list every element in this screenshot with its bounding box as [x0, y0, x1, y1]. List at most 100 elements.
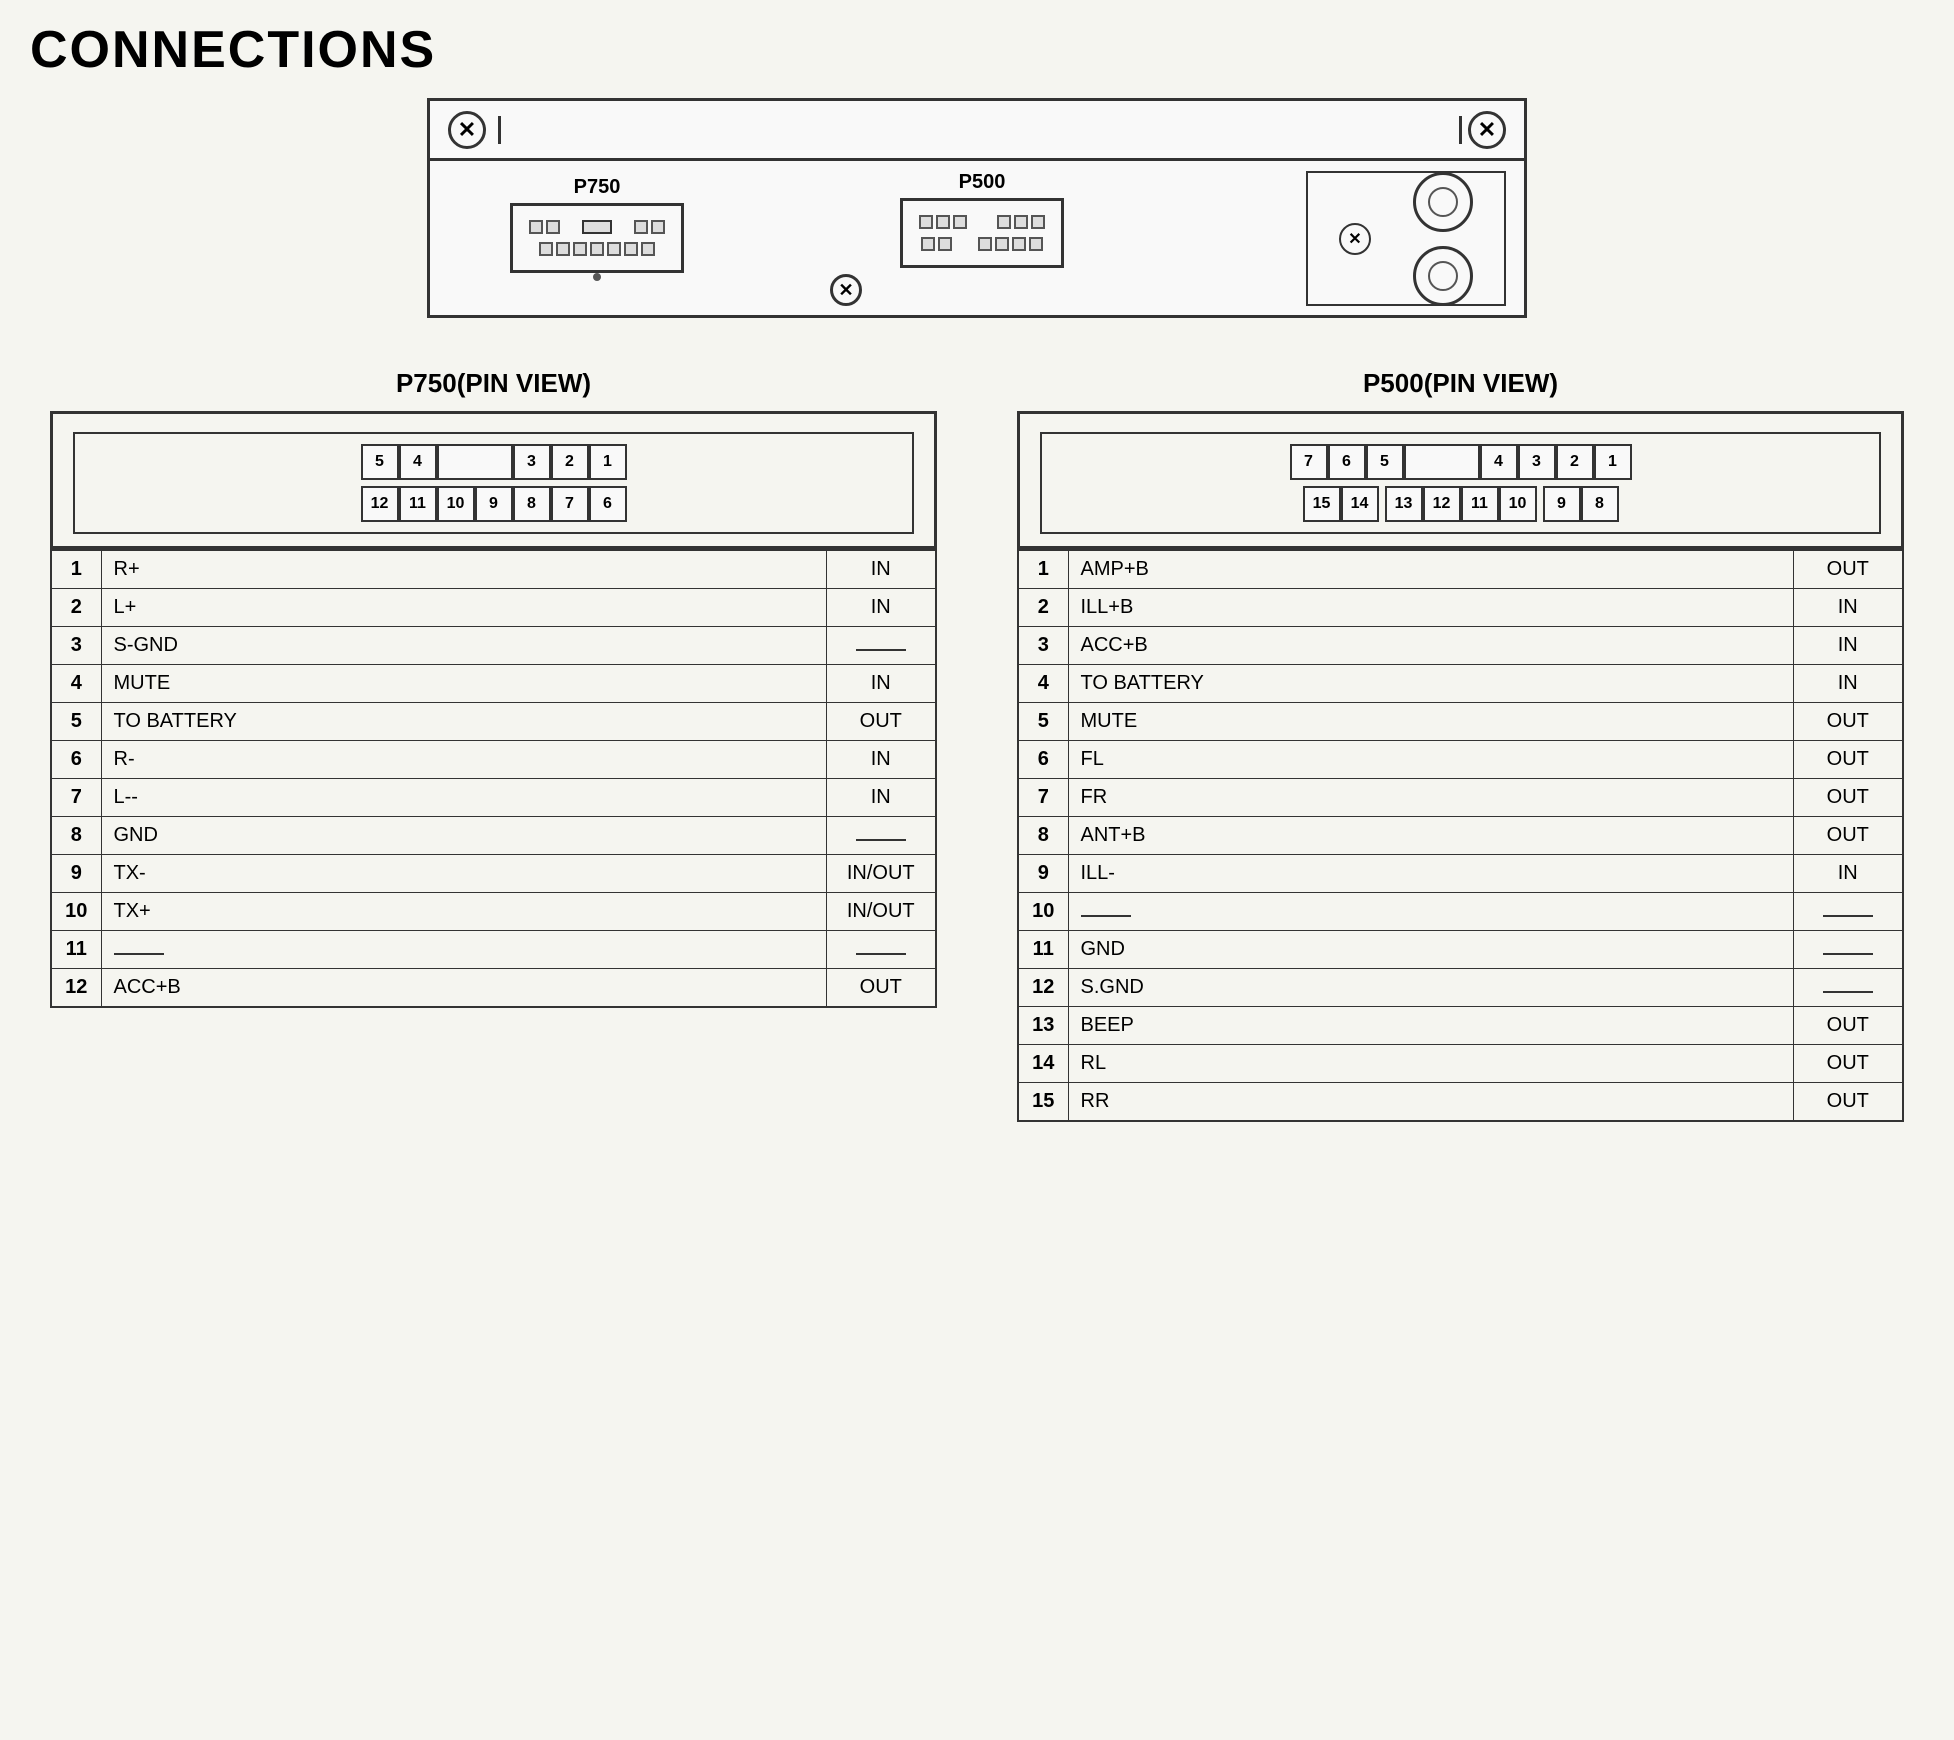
pin-direction: OUT	[1793, 817, 1903, 855]
pin-views-section: P750(PIN VIEW) 5 4 3 2 1 12	[30, 368, 1924, 1122]
pin-signal: GND	[101, 817, 826, 855]
pin-signal: FR	[1068, 779, 1793, 817]
p750-table: 1 R+ IN2 L+ IN3 S-GND 4 MUTE IN5 TO BA	[50, 549, 937, 1008]
pin-direction: OUT	[1793, 779, 1903, 817]
pin-signal: ILL-	[1068, 855, 1793, 893]
pin-number: 14	[1018, 1045, 1068, 1083]
pin-number: 9	[1018, 855, 1068, 893]
table-row: 8 GND	[51, 817, 936, 855]
pin-direction: OUT	[1793, 703, 1903, 741]
p500-view-title: P500(PIN VIEW)	[1017, 368, 1904, 399]
p750-view-block: P750(PIN VIEW) 5 4 3 2 1 12	[50, 368, 937, 1122]
pin-signal: TO BATTERY	[101, 703, 826, 741]
pin-number: 7	[51, 779, 101, 817]
pin-direction: IN	[826, 779, 936, 817]
table-row: 2 ILL+B IN	[1018, 589, 1903, 627]
table-row: 5 MUTE OUT	[1018, 703, 1903, 741]
table-row: 5 TO BATTERY OUT	[51, 703, 936, 741]
table-row: 6 R- IN	[51, 741, 936, 779]
pin-number: 11	[51, 931, 101, 969]
right-components: ✕	[1306, 171, 1506, 306]
component-circle-1	[1413, 172, 1473, 232]
table-row: 3 S-GND	[51, 627, 936, 665]
pin-number: 6	[1018, 741, 1068, 779]
table-row: 11	[51, 931, 936, 969]
pin-direction	[826, 817, 936, 855]
table-row: 8 ANT+B OUT	[1018, 817, 1903, 855]
pin-number: 8	[1018, 817, 1068, 855]
p500-connector: P500	[900, 171, 1064, 268]
table-row: 12 ACC+B OUT	[51, 969, 936, 1008]
pin-signal: FL	[1068, 741, 1793, 779]
pin-number: 15	[1018, 1083, 1068, 1122]
pin-signal: ANT+B	[1068, 817, 1793, 855]
pin-signal: RR	[1068, 1083, 1793, 1122]
pin-direction: IN	[1793, 855, 1903, 893]
pin-signal: MUTE	[1068, 703, 1793, 741]
pin-direction: IN/OUT	[826, 893, 936, 931]
pin-number: 12	[51, 969, 101, 1008]
pin-direction: IN	[826, 741, 936, 779]
pin-number: 3	[1018, 627, 1068, 665]
pin-direction: OUT	[826, 703, 936, 741]
pin-direction: OUT	[1793, 1045, 1903, 1083]
table-row: 15 RR OUT	[1018, 1083, 1903, 1122]
pin-number: 7	[1018, 779, 1068, 817]
pin-direction	[826, 627, 936, 665]
table-row: 1 AMP+B OUT	[1018, 550, 1903, 589]
pin-signal: R-	[101, 741, 826, 779]
table-row: 7 L-- IN	[51, 779, 936, 817]
device-diagram: ✕ ✕ P750	[427, 98, 1527, 318]
pin-signal: TX+	[101, 893, 826, 931]
pin-number: 4	[1018, 665, 1068, 703]
table-row: 9 TX- IN/OUT	[51, 855, 936, 893]
p750-top-row: 5 4 3 2 1	[361, 444, 627, 480]
component-circle-2	[1413, 246, 1473, 306]
pin-signal: RL	[1068, 1045, 1793, 1083]
pin-number: 4	[51, 665, 101, 703]
page-title: CONNECTIONS	[30, 20, 1924, 80]
circle-x-left: ✕	[448, 111, 486, 149]
p500-top-row: 7 6 5 4 3 2 1	[1290, 444, 1632, 480]
pin-direction: OUT	[1793, 1007, 1903, 1045]
pin-number: 2	[51, 589, 101, 627]
table-row: 6 FL OUT	[1018, 741, 1903, 779]
pin-direction	[1793, 931, 1903, 969]
p500-pin-diagram: 7 6 5 4 3 2 1 15 14 13	[1017, 411, 1904, 549]
table-row: 7 FR OUT	[1018, 779, 1903, 817]
pin-signal: GND	[1068, 931, 1793, 969]
pin-number: 12	[1018, 969, 1068, 1007]
table-row: 9 ILL- IN	[1018, 855, 1903, 893]
pin-signal: S.GND	[1068, 969, 1793, 1007]
table-row: 1 R+ IN	[51, 550, 936, 589]
pin-number: 5	[1018, 703, 1068, 741]
body-circle-x: ✕	[830, 274, 862, 306]
pin-direction	[826, 931, 936, 969]
pin-signal: ACC+B	[101, 969, 826, 1008]
pin-signal: TX-	[101, 855, 826, 893]
p750-pin-diagram: 5 4 3 2 1 12 11 10 9 8 7	[50, 411, 937, 549]
pin-direction: IN	[826, 589, 936, 627]
pin-signal: L--	[101, 779, 826, 817]
pin-direction	[1793, 893, 1903, 931]
pin-direction	[1793, 969, 1903, 1007]
pin-number: 9	[51, 855, 101, 893]
p500-view-block: P500(PIN VIEW) 7 6 5 4 3 2 1	[1017, 368, 1904, 1122]
pin-number: 2	[1018, 589, 1068, 627]
table-row: 3 ACC+B IN	[1018, 627, 1903, 665]
table-row: 10	[1018, 893, 1903, 931]
pin-signal: R+	[101, 550, 826, 589]
table-row: 4 TO BATTERY IN	[1018, 665, 1903, 703]
pin-signal	[101, 931, 826, 969]
pin-number: 1	[1018, 550, 1068, 589]
pin-direction: IN	[1793, 665, 1903, 703]
table-row: 11 GND	[1018, 931, 1903, 969]
pin-signal: ACC+B	[1068, 627, 1793, 665]
p500-table: 1 AMP+B OUT2 ILL+B IN3 ACC+B IN4 TO BATT…	[1017, 549, 1904, 1122]
pin-signal: BEEP	[1068, 1007, 1793, 1045]
p500-bottom-row: 15 14 13 12 11 10 9 8	[1303, 486, 1619, 522]
pin-signal: MUTE	[101, 665, 826, 703]
pin-number: 1	[51, 550, 101, 589]
p750-connector: P750	[510, 176, 684, 273]
pin-number: 6	[51, 741, 101, 779]
